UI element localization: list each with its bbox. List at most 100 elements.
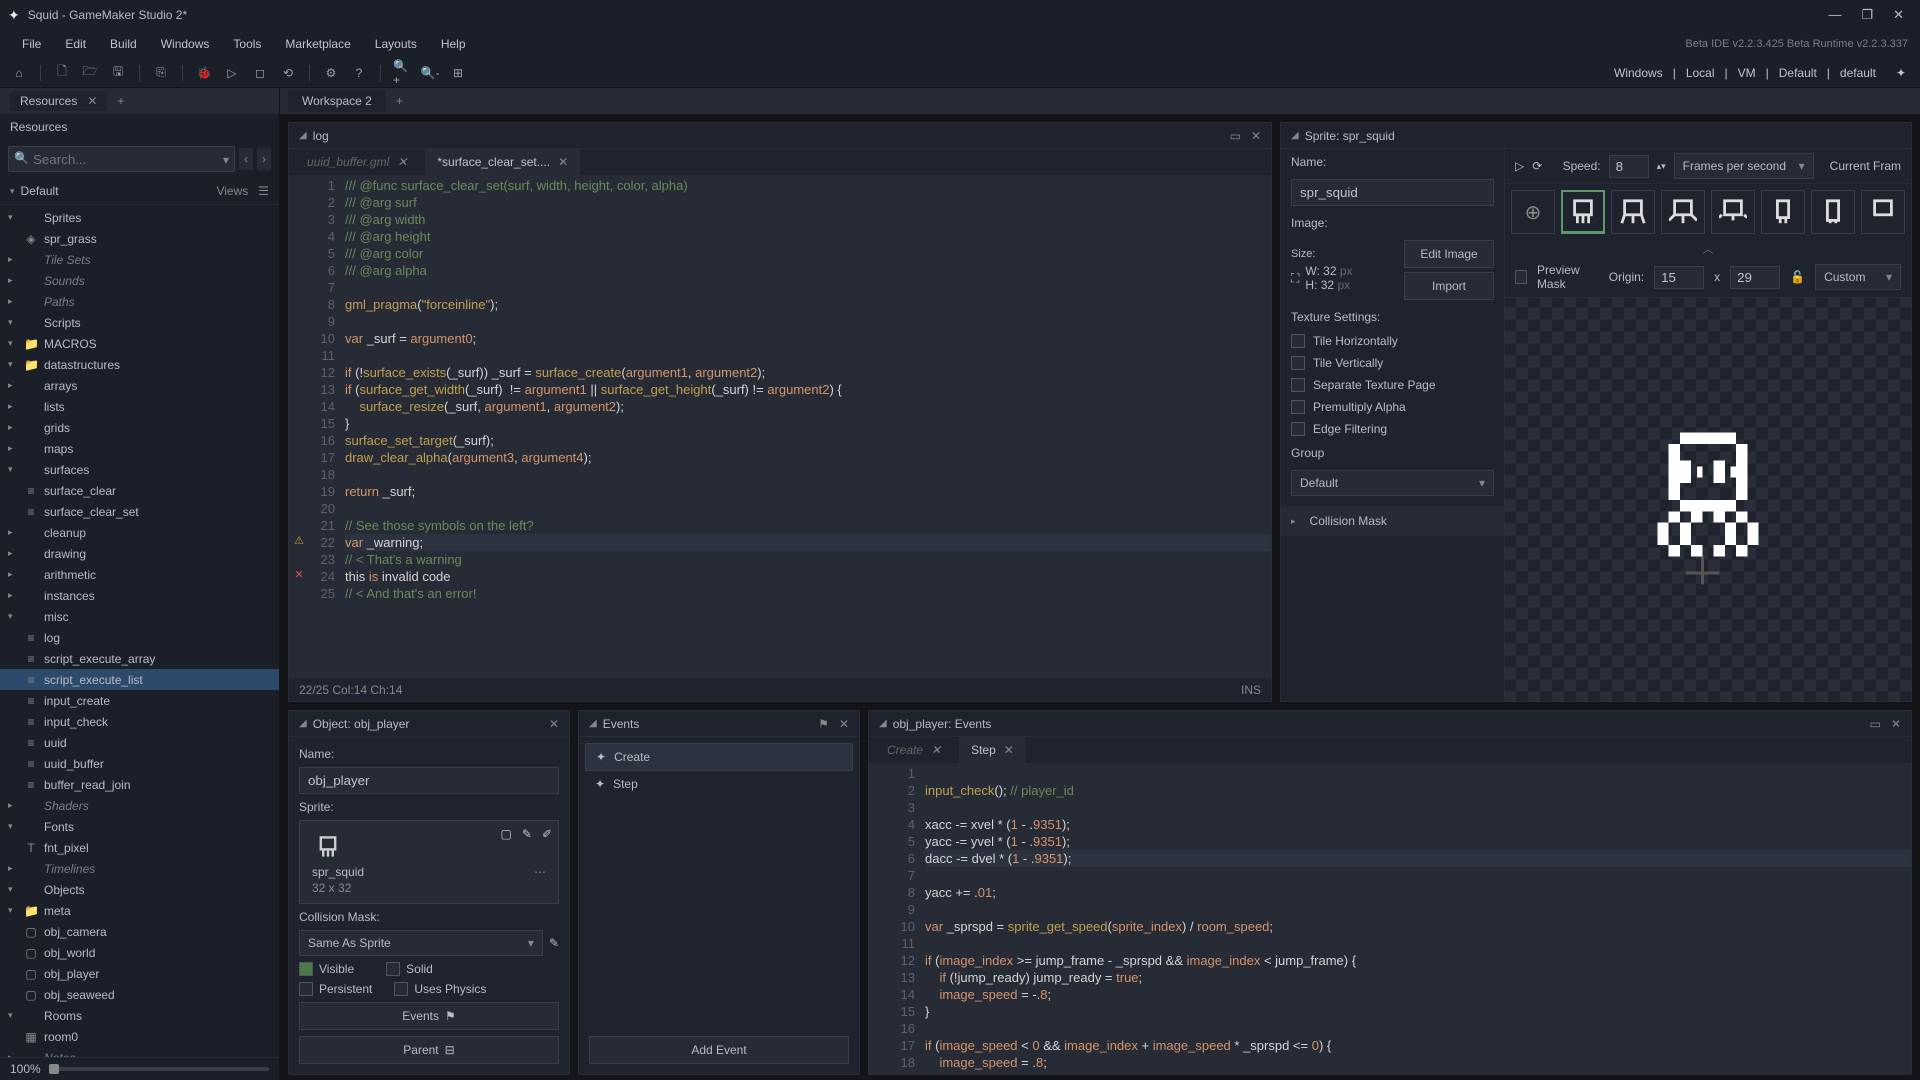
- menu-help[interactable]: Help: [431, 33, 476, 55]
- collision-mask-dropdown[interactable]: Same As Sprite▾: [299, 930, 543, 956]
- tree-node[interactable]: ≡uuid: [0, 732, 279, 753]
- panel-max-icon[interactable]: ▭: [1230, 129, 1241, 143]
- tree-node[interactable]: ▾Fonts: [0, 816, 279, 837]
- sep-tex-checkbox[interactable]: [1291, 378, 1305, 392]
- tree-node[interactable]: ▦room0: [0, 1026, 279, 1047]
- search-input[interactable]: [8, 146, 235, 172]
- events-button[interactable]: Events⚑: [299, 1002, 559, 1030]
- parent-button[interactable]: Parent⊟: [299, 1036, 559, 1064]
- tab-close-icon[interactable]: ✕: [558, 155, 568, 169]
- tab-close-icon[interactable]: ✕: [931, 743, 941, 757]
- tree-node[interactable]: ▢obj_world: [0, 942, 279, 963]
- tree-node[interactable]: ▸Timelines: [0, 858, 279, 879]
- tree-node[interactable]: ▸Tile Sets: [0, 249, 279, 270]
- frame-3[interactable]: [1711, 190, 1755, 234]
- tree-node[interactable]: ≡uuid_buffer: [0, 753, 279, 774]
- panel-close-icon[interactable]: ✕: [1251, 129, 1261, 143]
- sprite-menu-icon[interactable]: ⋯: [534, 865, 546, 879]
- object-name-input[interactable]: [299, 767, 559, 794]
- workspace-tab[interactable]: Workspace 2: [288, 90, 386, 112]
- zoom-reset-icon[interactable]: ⊞: [449, 64, 467, 82]
- code-editor[interactable]: ⚠✕ 1234567891011121314151617181920212223…: [289, 175, 1271, 677]
- tree-node[interactable]: ▸Shaders: [0, 795, 279, 816]
- menu-windows[interactable]: Windows: [151, 33, 220, 55]
- tree-node[interactable]: ▾Objects: [0, 879, 279, 900]
- collision-mask-section[interactable]: Collision Mask: [1310, 514, 1387, 528]
- zoom-slider[interactable]: [49, 1067, 269, 1071]
- event-code-editor[interactable]: 123456789101112131415161718 input_check(…: [869, 763, 1911, 1074]
- tree-node[interactable]: ≡surface_clear_set: [0, 501, 279, 522]
- fps-dropdown[interactable]: Frames per second▾: [1674, 153, 1814, 179]
- zoom-out-icon[interactable]: 🔍-: [421, 64, 439, 82]
- close-icon[interactable]: ✕: [1893, 7, 1904, 23]
- tree-node[interactable]: ▾surfaces: [0, 459, 279, 480]
- speed-input[interactable]: [1609, 155, 1649, 178]
- lock-icon[interactable]: 🔓: [1790, 270, 1805, 284]
- tree-node[interactable]: ≡buffer_read_join: [0, 774, 279, 795]
- event-tab-step[interactable]: Step✕: [959, 737, 1026, 763]
- tree-node[interactable]: ▸cleanup: [0, 522, 279, 543]
- menu-edit[interactable]: Edit: [55, 33, 96, 55]
- tree-node[interactable]: ▾misc: [0, 606, 279, 627]
- tree-node[interactable]: ▸instances: [0, 585, 279, 606]
- pick-sprite-icon[interactable]: ✐: [542, 827, 552, 841]
- maximize-icon[interactable]: ❐: [1861, 7, 1873, 23]
- stop-icon[interactable]: ◻: [251, 64, 269, 82]
- tree-node[interactable]: ▸grids: [0, 417, 279, 438]
- tab-close-icon[interactable]: ✕: [87, 94, 97, 108]
- panel-close-icon[interactable]: ✕: [839, 717, 849, 731]
- persistent-checkbox[interactable]: [299, 982, 313, 996]
- origin-preset-dropdown[interactable]: Custom▾: [1815, 264, 1901, 290]
- import-button[interactable]: Import: [1404, 272, 1494, 300]
- tree-node[interactable]: ◈spr_grass: [0, 228, 279, 249]
- target-vm[interactable]: VM: [1734, 66, 1760, 80]
- run-icon[interactable]: ▷: [223, 64, 241, 82]
- tree-node[interactable]: ▸Sounds: [0, 270, 279, 291]
- tree-node[interactable]: ≡input_check: [0, 711, 279, 732]
- home-icon[interactable]: ⌂: [10, 64, 28, 82]
- new-icon[interactable]: 🗋: [53, 64, 71, 82]
- add-tab-icon[interactable]: +: [117, 94, 124, 108]
- expand-icon[interactable]: ⛶: [1291, 271, 1299, 286]
- group-dropdown[interactable]: Default▾: [1291, 470, 1494, 496]
- tree-node[interactable]: ≡surface_clear: [0, 480, 279, 501]
- zoom-in-icon[interactable]: 🔍+: [393, 64, 411, 82]
- options-icon[interactable]: ⚙: [322, 64, 340, 82]
- tree-node[interactable]: ▾📁datastructures: [0, 354, 279, 375]
- tree-node[interactable]: ▸arithmetic: [0, 564, 279, 585]
- collapse-frames-icon[interactable]: ︿: [1505, 240, 1911, 257]
- frame-4[interactable]: [1761, 190, 1805, 234]
- add-frame-button[interactable]: ⊕: [1511, 190, 1555, 234]
- debug-icon[interactable]: 🐞: [195, 64, 213, 82]
- tile-h-checkbox[interactable]: [1291, 334, 1305, 348]
- target-config[interactable]: Default: [1775, 66, 1821, 80]
- target-platform[interactable]: Windows: [1610, 66, 1667, 80]
- tree-node[interactable]: ≡log: [0, 627, 279, 648]
- event-create[interactable]: ✦Create: [585, 743, 853, 771]
- flag-icon[interactable]: ⚑: [818, 717, 829, 731]
- tree-node[interactable]: ▢obj_player: [0, 963, 279, 984]
- clean-icon[interactable]: ⟲: [279, 64, 297, 82]
- menu-tools[interactable]: Tools: [223, 33, 271, 55]
- tree-node[interactable]: ▸lists: [0, 396, 279, 417]
- tree-node[interactable]: ▾📁meta: [0, 900, 279, 921]
- tree-node[interactable]: ▸drawing: [0, 543, 279, 564]
- panel-close-icon[interactable]: ✕: [1891, 717, 1901, 731]
- tree-node[interactable]: ≡script_execute_list: [0, 669, 279, 690]
- solid-checkbox[interactable]: [386, 962, 400, 976]
- edit-sprite-icon[interactable]: ✎: [522, 827, 532, 841]
- menu-build[interactable]: Build: [100, 33, 147, 55]
- tree-node[interactable]: Tfnt_pixel: [0, 837, 279, 858]
- code-tab-active[interactable]: *surface_clear_set.... ✕: [425, 149, 580, 175]
- target-crosshair-icon[interactable]: ✦: [1892, 66, 1910, 80]
- sprite-name-input[interactable]: [1291, 179, 1494, 206]
- tree-node[interactable]: ▸arrays: [0, 375, 279, 396]
- code-tab-inactive[interactable]: uuid_buffer.gml ✕: [295, 149, 419, 175]
- frame-2[interactable]: [1661, 190, 1705, 234]
- frame-1[interactable]: [1611, 190, 1655, 234]
- minimize-icon[interactable]: —: [1828, 7, 1841, 23]
- edit-mask-icon[interactable]: ✎: [549, 936, 559, 950]
- tree-node[interactable]: ▾Sprites: [0, 207, 279, 228]
- add-event-button[interactable]: Add Event: [589, 1036, 849, 1064]
- sprite-preview[interactable]: [1505, 298, 1911, 701]
